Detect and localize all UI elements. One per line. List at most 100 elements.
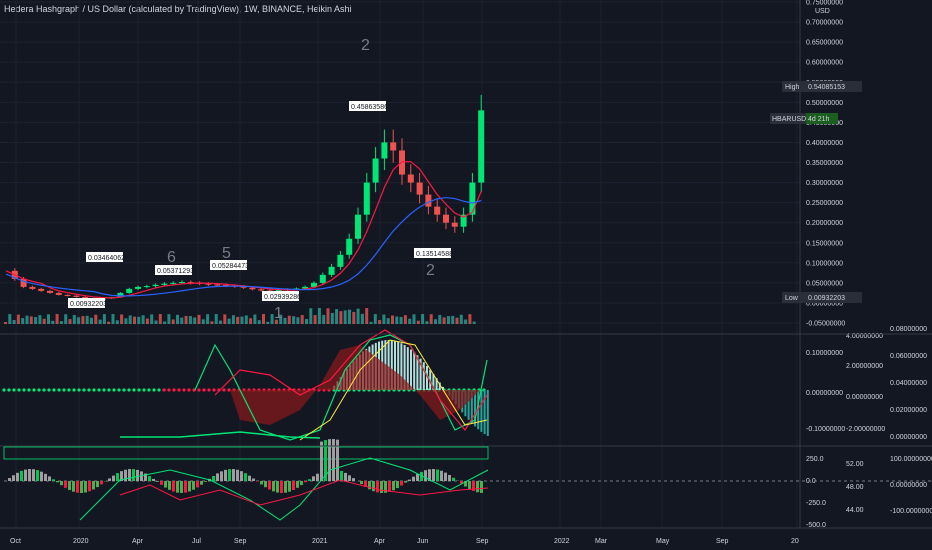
osc2-hist-bar bbox=[76, 481, 79, 493]
osc2-tick-right: 100.00000000 bbox=[890, 456, 932, 463]
zero-dot bbox=[187, 388, 191, 392]
volume-bar bbox=[472, 321, 476, 324]
osc2-hist-bar bbox=[48, 476, 51, 481]
osc2-hist-bar bbox=[432, 469, 435, 481]
volume-bar bbox=[180, 317, 184, 324]
osc2-hist-bar bbox=[284, 481, 287, 493]
volume-bar bbox=[171, 319, 175, 324]
wave-count-label: 6 bbox=[167, 249, 176, 266]
osc2-hist-bar bbox=[224, 469, 227, 481]
osc2-hist-bar bbox=[272, 481, 275, 492]
osc2-hist-bar bbox=[264, 481, 267, 488]
volume-bar bbox=[335, 309, 339, 324]
osc2-tick-mid: 52.00 bbox=[846, 461, 864, 468]
volume-bar bbox=[81, 316, 85, 324]
osc2-hist-bar bbox=[116, 473, 119, 481]
volume-bar bbox=[395, 316, 399, 324]
osc2-hist-bar bbox=[192, 481, 195, 490]
volume-bar bbox=[167, 314, 171, 324]
price-tick-label: 0.50000000 bbox=[806, 100, 843, 107]
osc2-hist-bar bbox=[348, 475, 351, 481]
volume-bar bbox=[249, 318, 253, 324]
annotation-text: 0.03464062 bbox=[88, 255, 125, 262]
zero-dot bbox=[7, 388, 11, 392]
symbol-label-group: HBARUSD 4d 21h bbox=[770, 113, 838, 124]
volume-bar bbox=[287, 315, 291, 324]
grid-lines bbox=[0, 0, 800, 528]
volume-bar bbox=[326, 308, 330, 324]
osc2-hist-bar bbox=[352, 478, 355, 481]
price-tick-label: 0.75000000 bbox=[806, 0, 843, 7]
time-tick-label: Apr bbox=[132, 538, 144, 545]
volume-bar bbox=[8, 314, 12, 324]
time-tick-label: Sep bbox=[716, 538, 729, 545]
volume-bar bbox=[197, 314, 201, 324]
osc2-hist-bar bbox=[424, 470, 427, 481]
zero-dot bbox=[72, 388, 76, 392]
annotation-text: 0.45863586 bbox=[351, 104, 388, 111]
zero-dot bbox=[177, 388, 181, 392]
candle-body bbox=[179, 282, 185, 284]
osc2-hist-bar bbox=[312, 476, 315, 481]
osc2-hist-bar bbox=[308, 479, 311, 481]
candle-body bbox=[135, 286, 141, 289]
osc1-tick-right: -2.00000000 bbox=[846, 426, 885, 433]
zero-dot bbox=[82, 388, 86, 392]
osc2-hist-bar bbox=[232, 469, 235, 481]
chart-canvas[interactable]: 0.00932203 0.03464062 0.05371293 0.05284473… bbox=[0, 0, 932, 550]
volume-bar bbox=[244, 315, 248, 324]
volume-bar bbox=[360, 313, 364, 324]
volume-bar bbox=[120, 314, 124, 324]
osc2-hist-bar bbox=[300, 481, 303, 486]
volume-bar bbox=[128, 315, 132, 324]
osc2-hist-bar bbox=[436, 469, 439, 481]
osc1-hist-bar bbox=[410, 349, 412, 390]
candle-body bbox=[170, 282, 177, 284]
time-tick-label: 20 bbox=[791, 538, 799, 545]
osc2-hist-bar bbox=[248, 475, 251, 481]
volume-bar bbox=[317, 308, 321, 324]
volume-bar bbox=[115, 320, 119, 324]
time-tick-label: Jul bbox=[192, 538, 201, 545]
osc2-hist-bar bbox=[320, 441, 323, 481]
osc1-tick-far-right: 0.02000000 bbox=[890, 407, 927, 414]
low-label: Low bbox=[785, 295, 799, 302]
osc2-hist-bar bbox=[240, 471, 243, 481]
volume-bar bbox=[403, 315, 407, 324]
volume-bar bbox=[176, 314, 179, 324]
osc2-hist-bar bbox=[60, 481, 63, 486]
volume-bar bbox=[296, 317, 300, 324]
volume-bar bbox=[468, 314, 472, 324]
price-tick-label: 0.10000000 bbox=[806, 260, 843, 267]
zero-dot bbox=[117, 388, 121, 392]
osc2-hist-bar bbox=[396, 481, 399, 489]
zero-dot bbox=[162, 388, 166, 392]
candle-body bbox=[451, 222, 458, 227]
price-tick-label: 0.35000000 bbox=[806, 160, 843, 167]
volume-bar bbox=[451, 315, 455, 324]
osc2-hist-bar bbox=[64, 481, 67, 488]
time-tick-label: Sep bbox=[476, 538, 489, 545]
time-tick-label: Jun bbox=[417, 538, 428, 545]
volume-bar bbox=[429, 314, 433, 324]
osc2-hist-bar bbox=[292, 481, 295, 491]
zero-dot bbox=[112, 388, 116, 392]
osc2-hist-bar bbox=[172, 481, 175, 492]
volume-bar bbox=[231, 315, 235, 324]
volume-bar bbox=[72, 314, 76, 324]
zero-dot bbox=[32, 388, 36, 392]
candle-body bbox=[73, 295, 80, 297]
osc2-hist-bar bbox=[380, 481, 383, 493]
osc2-hist-bar bbox=[196, 481, 199, 488]
osc2-hist-bar bbox=[168, 481, 171, 490]
zero-dot bbox=[102, 388, 106, 392]
candle-body bbox=[416, 182, 423, 195]
osc1-tick-far-right: 0.00000000 bbox=[890, 434, 927, 441]
osc2-hist-bar bbox=[404, 481, 407, 483]
volume-bar bbox=[184, 315, 188, 324]
volume-bar bbox=[188, 316, 192, 324]
volume-bar bbox=[313, 315, 317, 324]
time-tick-label: Oct bbox=[10, 538, 21, 545]
volume-bar bbox=[442, 317, 446, 324]
zero-dot bbox=[147, 388, 151, 392]
